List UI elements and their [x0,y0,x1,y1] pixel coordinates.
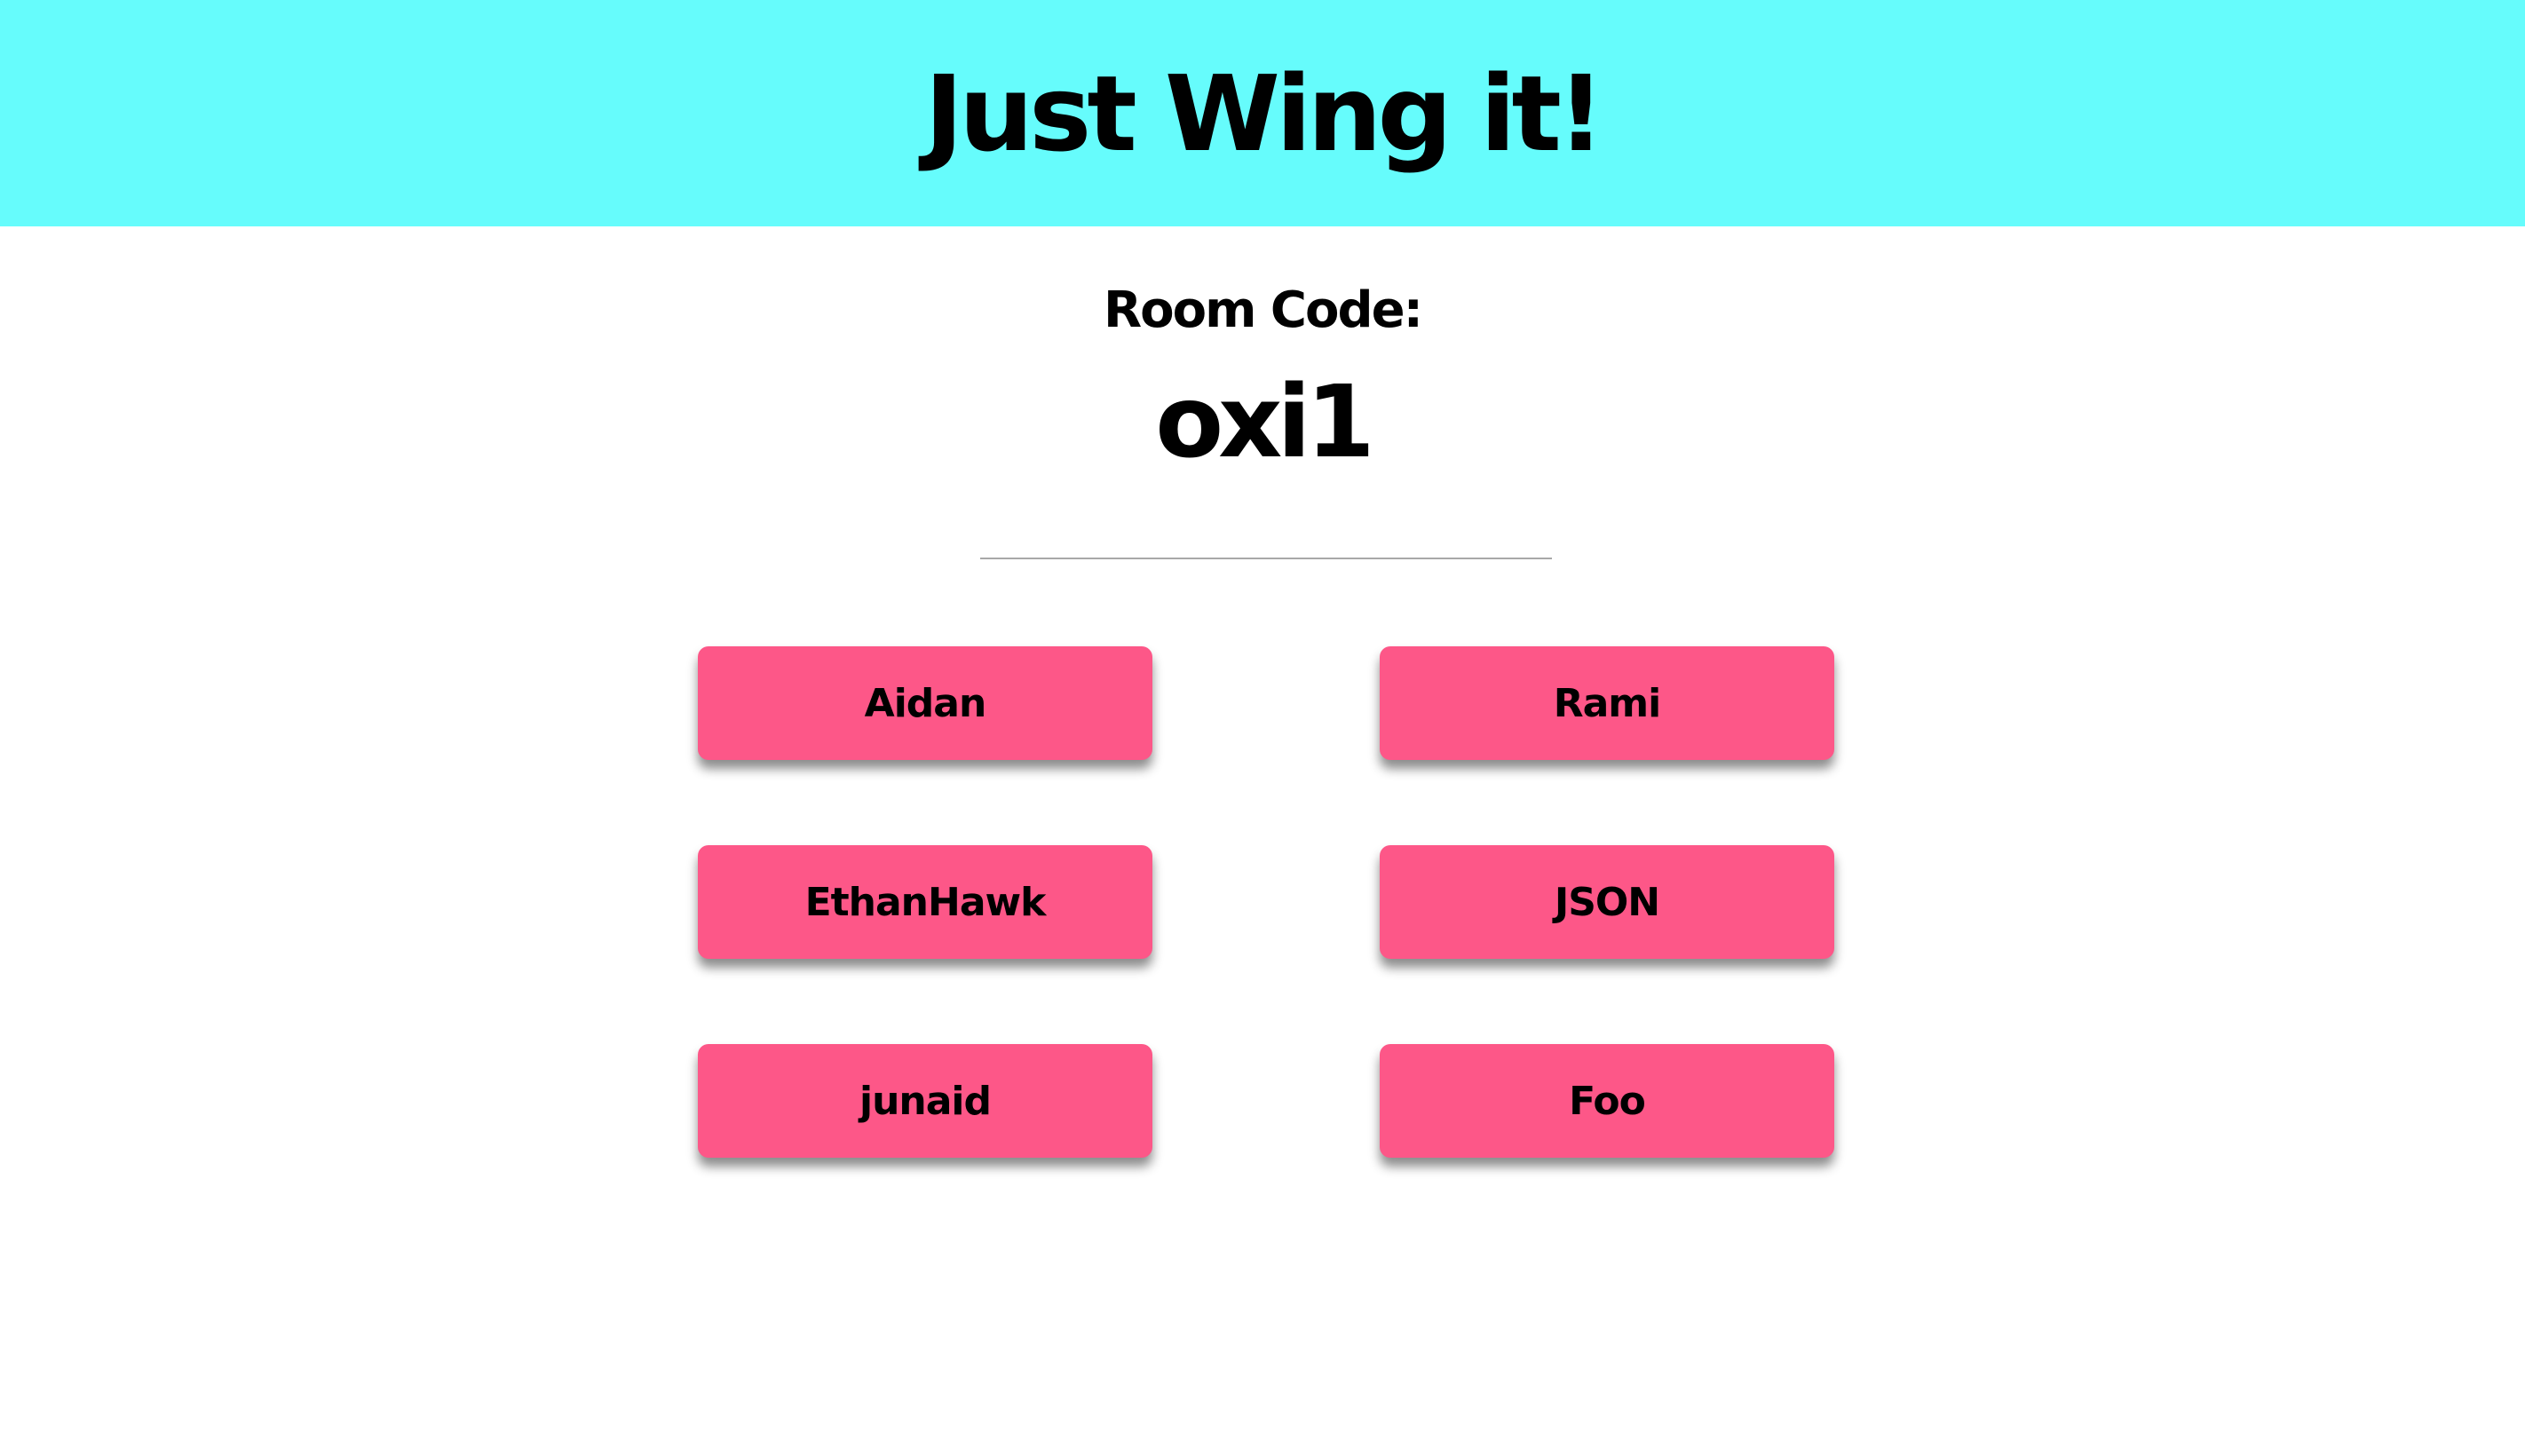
player-list: Aidan Rami EthanHawk JSON junaid Foo [698,646,1834,1158]
player-button-foo[interactable]: Foo [1380,1044,1834,1158]
room-code-label: Room Code: [1104,281,1423,339]
player-button-json[interactable]: JSON [1380,845,1834,959]
room-code-value: oxi1 [1155,365,1375,480]
player-button-rami[interactable]: Rami [1380,646,1834,760]
divider [980,558,1552,559]
app-title: Just Wing it! [924,51,1604,175]
player-button-junaid[interactable]: junaid [698,1044,1152,1158]
header-bar: Just Wing it! [0,0,2525,226]
player-button-ethanhawk[interactable]: EthanHawk [698,845,1152,959]
player-button-aidan[interactable]: Aidan [698,646,1152,760]
